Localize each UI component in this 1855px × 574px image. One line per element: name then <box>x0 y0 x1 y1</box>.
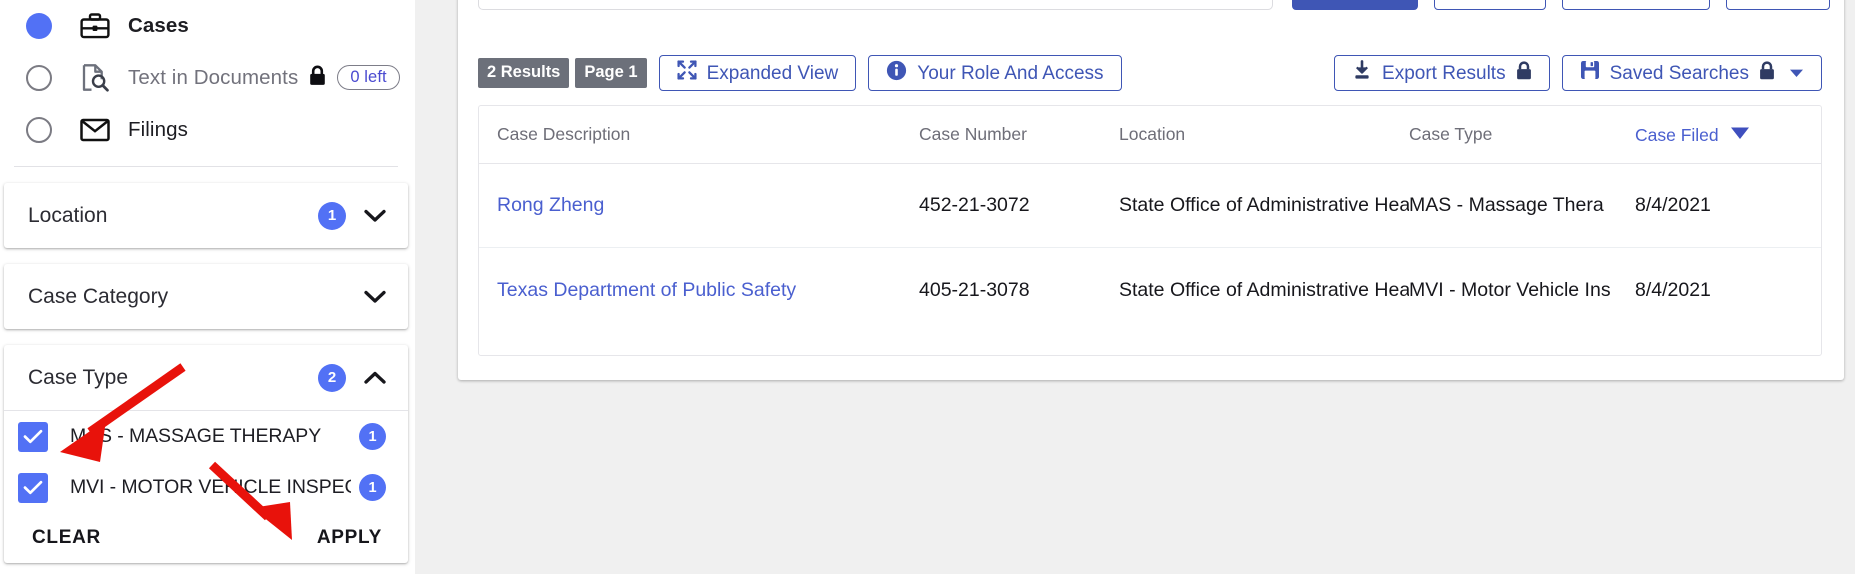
search-scope-radio-group: Cases Text in Documents 0 left <box>0 0 412 156</box>
lock-icon <box>309 65 326 92</box>
top-secondary-button-1[interactable] <box>1434 0 1546 10</box>
chevron-up-icon[interactable] <box>364 367 386 389</box>
column-header-location[interactable]: Location <box>1119 124 1409 145</box>
cell-case-number: 405-21-3078 <box>919 279 1119 302</box>
filter-header-case-category[interactable]: Case Category <box>4 264 408 329</box>
cell-case-description[interactable]: Rong Zheng <box>489 194 919 217</box>
results-card: 2 Results Page 1 Expanded View Your Role… <box>458 0 1844 380</box>
radio-filings[interactable] <box>26 117 52 143</box>
results-toolbar: 2 Results Page 1 Expanded View Your Role… <box>458 52 1844 94</box>
filter-option-count: 1 <box>359 474 386 501</box>
column-header-case-description[interactable]: Case Description <box>489 124 919 145</box>
scope-option-cases[interactable]: Cases <box>0 0 412 52</box>
download-icon <box>1352 60 1372 86</box>
expanded-view-label: Expanded View <box>707 64 839 83</box>
chevron-down-icon[interactable] <box>364 286 386 308</box>
filter-title-case-category: Case Category <box>28 285 364 309</box>
lock-icon <box>1759 61 1775 86</box>
expand-arrows-icon <box>677 60 697 86</box>
filter-option-count: 1 <box>359 423 386 450</box>
export-results-label: Export Results <box>1382 64 1506 83</box>
sidebar-divider <box>14 166 398 167</box>
scope-text-label: Text in Documents <box>128 66 298 89</box>
column-header-case-filed[interactable]: Case Filed <box>1635 124 1750 146</box>
cell-case-type: MAS - Massage Thera <box>1409 194 1635 217</box>
table-header-row: Case Description Case Number Location Ca… <box>479 106 1821 164</box>
export-results-button[interactable]: Export Results <box>1334 55 1550 91</box>
filter-option-label: MAS - MASSAGE THERAPY <box>70 425 351 448</box>
table-row[interactable]: Rong Zheng 452-21-3072 State Office of A… <box>479 164 1821 248</box>
cell-case-number: 452-21-3072 <box>919 194 1119 217</box>
scope-label-filings: Filings <box>128 118 188 142</box>
top-action-buttons <box>1292 0 1830 10</box>
top-secondary-button-2[interactable] <box>1562 0 1710 10</box>
cell-case-description[interactable]: Texas Department of Public Safety <box>489 279 919 302</box>
cell-location: State Office of Administrative Hear <box>1119 279 1409 302</box>
filter-option-label: MVI - MOTOR VEHICLE INSPEC <box>70 476 351 499</box>
filter-count-case-type: 2 <box>318 364 346 392</box>
checkbox-mas-massage-therapy[interactable] <box>18 422 48 452</box>
table-row[interactable]: Texas Department of Public Safety 405-21… <box>479 248 1821 332</box>
apply-filters-button[interactable]: APPLY <box>317 527 382 549</box>
cell-case-filed: 8/4/2021 <box>1635 279 1711 302</box>
filter-actions: CLEAR APPLY <box>4 513 408 563</box>
floppy-disk-icon <box>1580 60 1600 86</box>
filter-options-case-type: MAS - MASSAGE THERAPY 1 MVI - MOTOR VEHI… <box>4 410 408 563</box>
expanded-view-button[interactable]: Expanded View <box>659 55 857 91</box>
lock-icon <box>1516 61 1532 86</box>
scope-option-text-in-documents[interactable]: Text in Documents 0 left <box>0 52 412 104</box>
cell-location: State Office of Administrative Hear <box>1119 194 1409 217</box>
saved-searches-label: Saved Searches <box>1610 64 1749 83</box>
page-number-badge: Page 1 <box>575 58 646 87</box>
results-area: 2 Results Page 1 Expanded View Your Role… <box>444 0 1855 574</box>
top-secondary-button-3[interactable] <box>1726 0 1830 10</box>
filter-option-mas-massage-therapy[interactable]: MAS - MASSAGE THERAPY 1 <box>4 411 408 462</box>
page-gutter <box>412 0 444 574</box>
filter-card-case-category: Case Category <box>4 264 408 329</box>
gutter-edge <box>412 0 415 574</box>
document-search-icon <box>78 63 112 93</box>
radio-cases[interactable] <box>26 13 52 39</box>
filter-option-mvi-motor-vehicle-inspection[interactable]: MVI - MOTOR VEHICLE INSPEC 1 <box>4 462 408 513</box>
filter-title-location: Location <box>28 204 318 228</box>
radio-text-in-documents[interactable] <box>26 65 52 91</box>
cell-case-type: MVI - Motor Vehicle Inѕ <box>1409 279 1635 302</box>
results-table: Case Description Case Number Location Ca… <box>478 105 1822 356</box>
sort-desc-triangle-icon[interactable] <box>1730 124 1750 145</box>
scope-label-cases: Cases <box>128 14 189 38</box>
top-primary-button[interactable] <box>1292 0 1418 10</box>
filter-header-location[interactable]: Location 1 <box>4 183 408 248</box>
filter-card-case-type: Case Type 2 MAS - MASSAGE THERAPY 1 <box>4 345 408 563</box>
info-icon <box>886 60 907 87</box>
clear-filters-button[interactable]: CLEAR <box>32 527 101 549</box>
checkbox-mvi-motor-vehicle-inspection[interactable] <box>18 473 48 503</box>
caret-down-icon[interactable] <box>1789 62 1804 84</box>
chevron-down-icon[interactable] <box>364 205 386 227</box>
scope-label-text-in-documents: Text in Documents 0 left <box>128 65 400 92</box>
scope-option-filings[interactable]: Filings <box>0 104 412 156</box>
column-header-case-number[interactable]: Case Number <box>919 124 1119 145</box>
cell-case-filed: 8/4/2021 <box>1635 194 1711 217</box>
saved-searches-button[interactable]: Saved Searches <box>1562 55 1822 91</box>
filters-sidebar: Cases Text in Documents 0 left <box>0 0 412 574</box>
search-results-page: Cases Text in Documents 0 left <box>0 0 1855 574</box>
briefcase-icon <box>78 11 112 41</box>
column-header-case-type[interactable]: Case Type <box>1409 124 1635 145</box>
envelope-icon <box>78 115 112 145</box>
your-role-and-access-label: Your Role And Access <box>917 64 1103 83</box>
column-header-case-filed-label: Case Filed <box>1635 125 1719 145</box>
your-role-and-access-button[interactable]: Your Role And Access <box>868 55 1121 91</box>
search-input[interactable] <box>478 0 1273 10</box>
filter-count-location: 1 <box>318 202 346 230</box>
filter-title-case-type: Case Type <box>28 366 318 390</box>
remaining-credits-badge: 0 left <box>337 65 399 91</box>
filter-card-location: Location 1 <box>4 183 408 248</box>
results-count-badge: 2 Results <box>478 58 569 87</box>
filter-header-case-type[interactable]: Case Type 2 <box>4 345 408 410</box>
